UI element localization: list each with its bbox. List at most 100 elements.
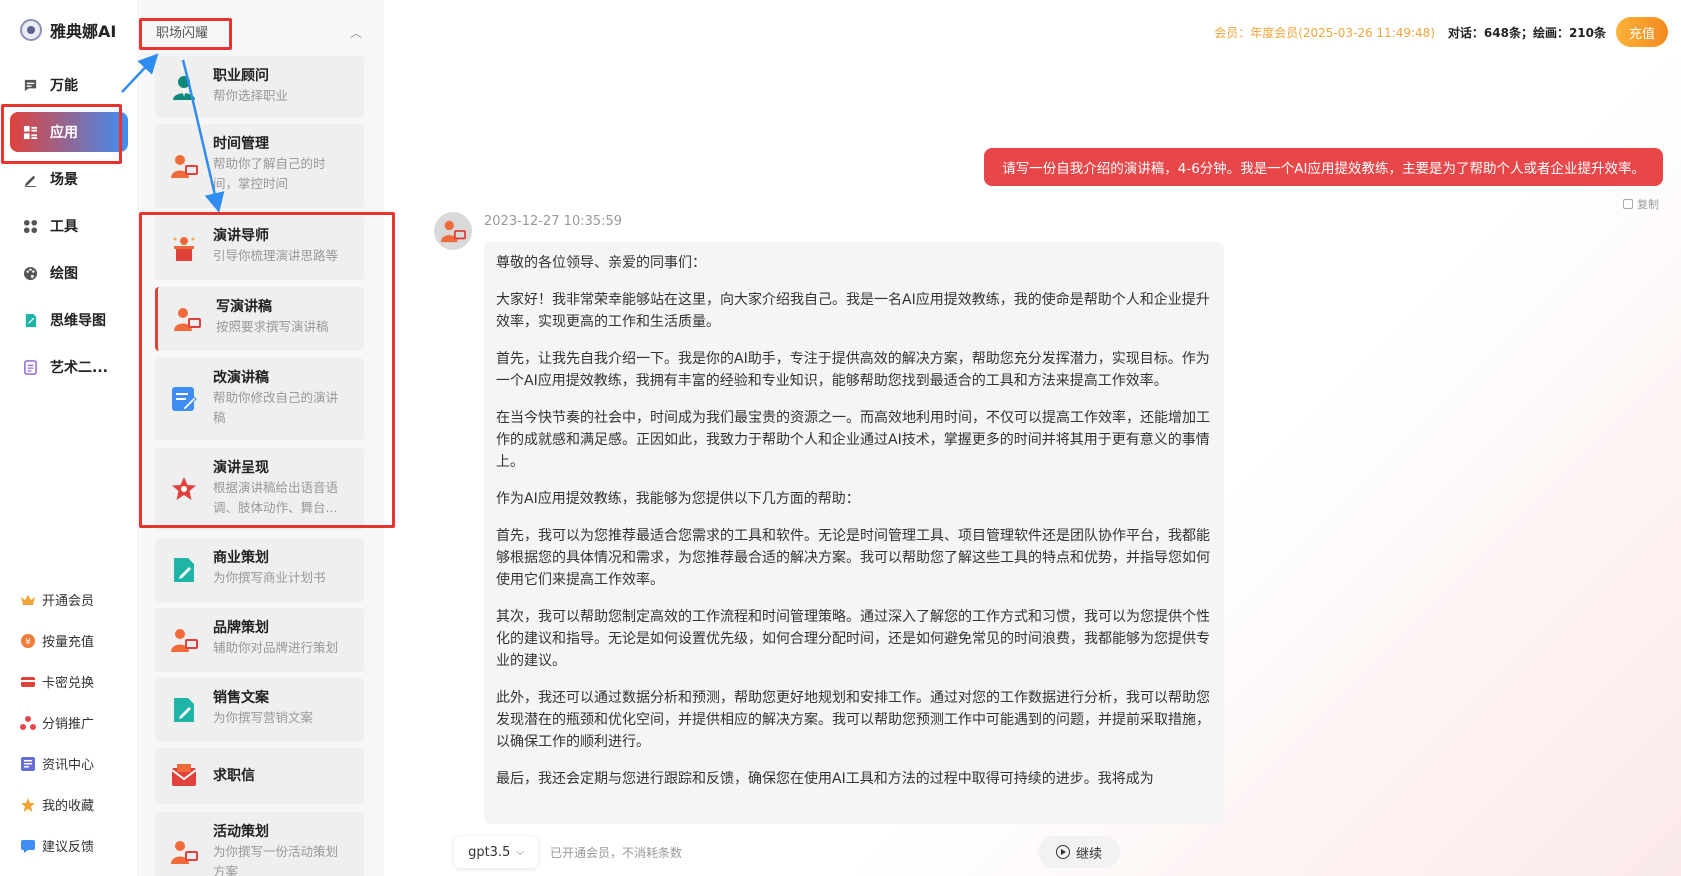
app-card-desc: 辅助你对品牌进行策划 — [213, 640, 339, 655]
copy-icon — [1623, 199, 1633, 209]
document-pen-icon — [169, 555, 199, 585]
assistant-message: 尊敬的各位领导、亲爱的同事们： 大家好！我非常荣幸能够站在这里，向大家介绍我自己… — [484, 242, 1224, 824]
continue-label: 继续 — [1075, 846, 1102, 862]
person-laptop-icon — [169, 151, 199, 181]
bottom-item-favorites[interactable]: 我的收藏 — [20, 795, 94, 814]
answer-paragraph: 其次，我可以帮助您制定高效的工作流程和时间管理策略。通过深入了解您的工作方式和习… — [496, 609, 1210, 669]
tools-icon — [22, 218, 38, 234]
app-card-sales-copy[interactable]: 销售文案 为你撰写营销文案 — [155, 678, 364, 742]
annotation-box-category — [139, 18, 232, 50]
app-card-title: 商业策划 — [213, 550, 269, 566]
feedback-icon — [20, 838, 36, 854]
nav-item-scenes[interactable]: 场景 — [10, 159, 128, 199]
app-card-title: 销售文案 — [213, 690, 269, 706]
bottom-item-label: 卡密兑换 — [42, 676, 95, 691]
star-icon — [20, 797, 36, 813]
share-icon — [20, 715, 36, 731]
nav-item-tools[interactable]: 工具 — [10, 206, 128, 246]
answer-paragraph: 首先，让我先自我介绍一下。我是你的AI助手，专注于提供高效的解决方案，帮助您充分… — [496, 351, 1210, 389]
brand[interactable]: 雅典娜AI — [20, 18, 116, 42]
app-card-event-plan[interactable]: 活动策划 为你撰写一份活动策划 方案 — [155, 812, 364, 876]
crown-icon — [20, 592, 36, 608]
answer-paragraph: 作为AI应用提效教练，我能够为您提供以下几方面的帮助： — [496, 491, 860, 507]
person-laptop-icon — [440, 220, 466, 243]
membership-note: 已开通会员，不消耗条数 — [550, 846, 683, 860]
bottom-item-feedback[interactable]: 建议反馈 — [20, 836, 94, 855]
app-card-title: 职业顾问 — [213, 68, 269, 84]
nav-item-label: 绘图 — [50, 266, 78, 282]
app-card-title: 活动策划 — [213, 824, 269, 840]
play-icon — [1055, 845, 1070, 859]
answer-paragraph: 尊敬的各位领导、亲爱的同事们： — [496, 255, 706, 271]
answer-paragraph: 首先，我可以为您推荐最适合您需求的工具和软件。无论是时间管理工具、项目管理软件还… — [496, 528, 1210, 588]
nav-item-label: 万能 — [50, 78, 78, 94]
recharge-button[interactable]: 充值 — [1616, 17, 1668, 47]
bottom-item-recharge[interactable]: ¥ 按量充值 — [20, 631, 94, 650]
copy-label: 复制 — [1637, 198, 1659, 211]
chat-icon — [22, 77, 38, 93]
bottom-item-label: 开通会员 — [42, 594, 95, 609]
person-laptop-icon — [169, 837, 199, 867]
news-icon — [20, 756, 36, 772]
mindmap-icon — [22, 312, 38, 328]
chevron-up-icon[interactable]: ︿ — [350, 24, 362, 41]
art-icon — [22, 359, 38, 375]
bottom-item-card-redeem[interactable]: 卡密兑换 — [20, 672, 94, 691]
nav-item-art[interactable]: 艺术二... — [10, 347, 128, 387]
nav-item-mindmap[interactable]: 思维导图 — [10, 300, 128, 340]
nav-item-label: 思维导图 — [50, 313, 106, 329]
answer-paragraph: 大家好！我非常荣幸能够站在这里，向大家介绍我自己。我是一名AI应用提效教练，我的… — [496, 292, 1210, 330]
top-bar: 会员：年度会员(2025-03-26 11:49:48) 对话：648条；绘画：… — [384, 0, 1681, 62]
bottom-item-label: 资讯中心 — [42, 758, 95, 773]
advisor-icon — [169, 72, 199, 102]
answer-paragraph: 最后，我还会定期与您进行跟踪和反馈，确保您在使用AI工具和方法的过程中取得可持续… — [496, 771, 1154, 787]
model-select-value: gpt3.5 — [468, 844, 511, 860]
app-card-time-management[interactable]: 时间管理 帮助你了解自己的时 间，掌控时间 — [155, 124, 364, 208]
app-card-title: 品牌策划 — [213, 620, 269, 636]
usage-quota: 对话：648条；绘画：210条 — [1447, 26, 1606, 40]
annotation-box-speech-apps — [139, 212, 395, 528]
coin-icon: ¥ — [20, 633, 36, 649]
app-card-desc: 为你撰写营销文案 — [213, 710, 314, 725]
answer-paragraph: 此外，我还可以通过数据分析和预测，帮助您更好地规划和安排工作。通过对您的工作数据… — [496, 690, 1210, 750]
app-card-career-advisor[interactable]: 职业顾问 帮你选择职业 — [155, 56, 364, 118]
chat-footer: gpt3.5 ⌵ 已开通会员，不消耗条数 继续 — [450, 836, 1150, 868]
answer-paragraph: 在当今快节奏的社会中，时间成为我们最宝贵的资源之一。而高效地利用时间，不仅可以提… — [496, 410, 1210, 470]
app-card-desc: 为你撰写一份活动策划 — [213, 844, 339, 859]
copy-button[interactable]: 复制 — [1623, 196, 1659, 212]
continue-button[interactable]: 继续 — [1038, 836, 1120, 868]
nav-item-label: 工具 — [50, 219, 78, 235]
document-pen-icon — [169, 695, 199, 725]
assistant-avatar — [434, 212, 472, 250]
bottom-item-label: 按量充值 — [42, 635, 95, 650]
bottom-item-label: 我的收藏 — [42, 799, 95, 814]
nav-item-drawing[interactable]: 绘图 — [10, 253, 128, 293]
palette-icon — [22, 265, 38, 281]
app-card-title: 时间管理 — [213, 136, 269, 152]
bottom-item-news[interactable]: 资讯中心 — [20, 754, 94, 773]
envelope-icon — [169, 761, 199, 791]
app-card-cover-letter[interactable]: 求职信 — [155, 748, 364, 804]
model-select[interactable]: gpt3.5 ⌵ — [454, 836, 538, 868]
message-timestamp: 2023-12-27 10:35:59 — [484, 214, 623, 229]
app-card-desc: 间，掌控时间 — [213, 176, 289, 191]
app-card-business-plan[interactable]: 商业策划 为你撰写商业计划书 — [155, 538, 364, 602]
bottom-item-distribution[interactable]: 分销推广 — [20, 713, 94, 732]
app-card-desc: 方案 — [213, 864, 239, 876]
svg-text:¥: ¥ — [25, 637, 31, 647]
nav-item-label: 场景 — [50, 172, 78, 188]
annotation-box-apps-nav — [1, 104, 122, 164]
nav-item-universal[interactable]: 万能 — [10, 65, 128, 105]
card-icon — [20, 674, 36, 690]
user-message: 请写一份自我介绍的演讲稿，4-6分钟。我是一个AI应用提效教练，主要是为了帮助个… — [984, 148, 1663, 186]
bottom-item-label: 建议反馈 — [42, 840, 95, 855]
app-card-title: 求职信 — [213, 768, 255, 784]
nav-item-label: 艺术二... — [50, 360, 108, 376]
bottom-item-membership[interactable]: 开通会员 — [20, 590, 94, 609]
person-laptop-icon — [169, 625, 199, 655]
app-card-brand-plan[interactable]: 品牌策划 辅助你对品牌进行策划 — [155, 608, 364, 672]
brand-logo-icon — [20, 19, 42, 41]
chevron-down-icon: ⌵ — [516, 846, 524, 858]
app-card-desc: 帮你选择职业 — [213, 88, 289, 103]
bottom-item-label: 分销推广 — [42, 717, 95, 732]
